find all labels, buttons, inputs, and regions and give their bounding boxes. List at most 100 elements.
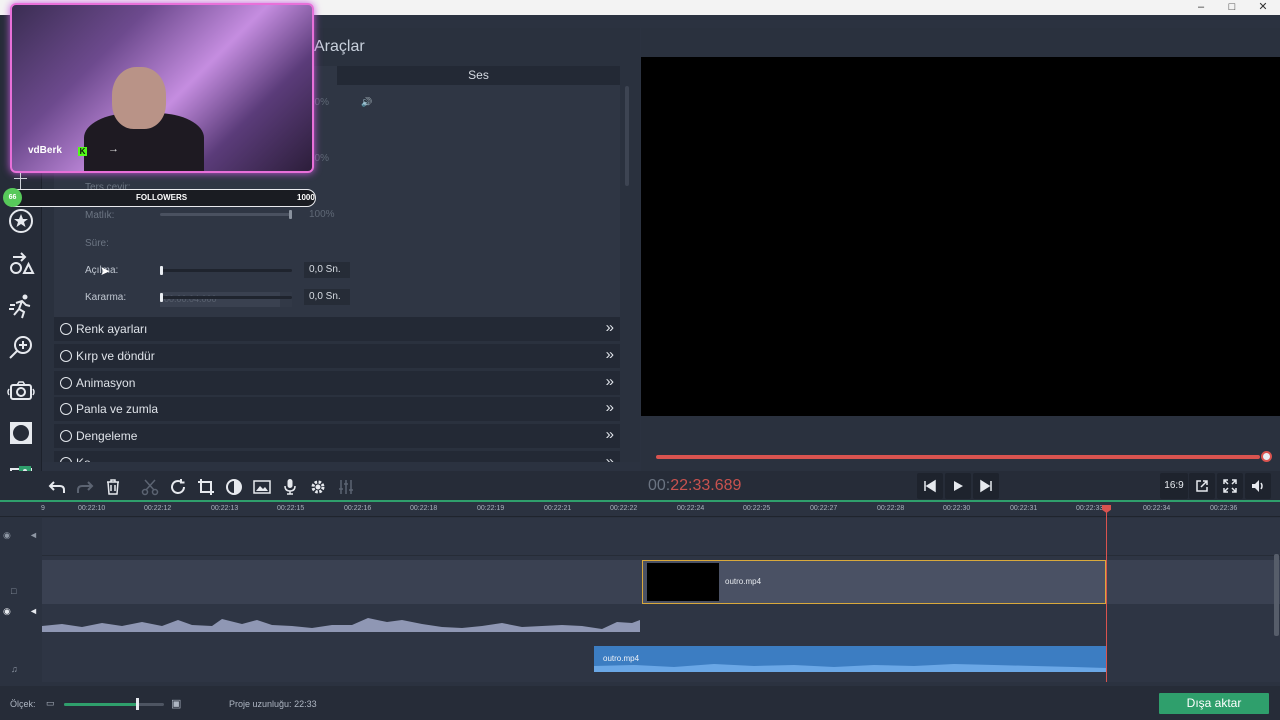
- microphone-icon[interactable]: [278, 475, 302, 499]
- double-chevron-icon: »: [605, 426, 614, 443]
- double-chevron-icon: »: [605, 319, 614, 336]
- volume-button[interactable]: [1245, 473, 1271, 499]
- skip-forward-icon: [980, 479, 992, 493]
- radio-icon: [60, 377, 72, 389]
- redo-icon[interactable]: [73, 475, 97, 499]
- timecode-prefix: 00:: [648, 477, 671, 494]
- fadeout-value[interactable]: 0,0 Sn.: [304, 289, 350, 305]
- rotate-icon[interactable]: [166, 475, 190, 499]
- aspect-ratio-button[interactable]: 16:9: [1160, 473, 1188, 499]
- section-animation[interactable]: Animasyon »: [54, 371, 620, 395]
- shapes-icon[interactable]: [3, 246, 39, 282]
- radio-icon: [60, 323, 72, 335]
- zoom-out-icon[interactable]: ▭: [46, 698, 55, 709]
- zoom-in-icon[interactable]: ▣: [171, 697, 181, 710]
- opacity-slider[interactable]: [160, 210, 292, 219]
- duration-label: Süre:: [85, 238, 109, 249]
- opacity-label: Matlık:: [85, 210, 115, 221]
- fadein-value[interactable]: 0,0 Sn.: [304, 262, 350, 278]
- section-stabilization[interactable]: Dengeleme »: [54, 424, 620, 448]
- speaker-icon[interactable]: ◄: [29, 530, 38, 540]
- section-pan-zoom[interactable]: Panla ve zumla »: [54, 397, 620, 421]
- close-button[interactable]: ✕: [1248, 0, 1278, 15]
- scale-slider-knob[interactable]: [136, 698, 139, 710]
- duration-input[interactable]: 00:00:04.000: [160, 292, 280, 307]
- kick-logo-icon: K: [78, 147, 87, 156]
- playhead[interactable]: [1106, 505, 1107, 682]
- ruler-tick: 00:22:15: [277, 505, 305, 512]
- section-crop-rotate[interactable]: Kırp ve döndür »: [54, 344, 620, 368]
- maximize-button[interactable]: □: [1217, 0, 1247, 15]
- timeline-scrollbar[interactable]: [1274, 554, 1279, 636]
- audio-clip-label: outro.mp4: [603, 654, 640, 663]
- fadeout-label: Kararma:: [85, 292, 127, 303]
- overlay-track[interactable]: [42, 518, 1280, 556]
- arrow-icon: →: [108, 143, 119, 155]
- main-toolbar: 00:22:33.689 16:9: [0, 471, 1280, 502]
- double-chevron-icon: »: [605, 373, 614, 390]
- video-clip-label: outro.mp4: [725, 577, 762, 586]
- video-preview[interactable]: [641, 57, 1280, 416]
- section-color-adjustments[interactable]: Renk ayarları »: [54, 317, 620, 341]
- speaker-icon: [1252, 480, 1263, 492]
- project-length-label: Proje uzunluğu:: [229, 699, 292, 709]
- panel-scrollbar[interactable]: [625, 86, 629, 186]
- audio-waveform: [42, 618, 640, 632]
- ruler-tick: 00:22:24: [677, 505, 705, 512]
- duration-stepper[interactable]: [280, 292, 292, 307]
- minimize-button[interactable]: –: [1186, 0, 1216, 15]
- play-button[interactable]: [945, 473, 971, 499]
- popout-button[interactable]: [1189, 473, 1215, 499]
- ruler-tick: 00:22:28: [877, 505, 905, 512]
- video-clip[interactable]: outro.mp4: [642, 560, 1106, 604]
- cut-icon[interactable]: [138, 475, 162, 499]
- status-bar: Ölçek: ▭ ▣ Proje uzunluğu: 22:33 Dışa ak…: [0, 686, 1280, 720]
- settings-icon[interactable]: [306, 475, 330, 499]
- section-partial[interactable]: Ko »: [54, 451, 620, 462]
- section-label: Renk ayarları: [76, 322, 148, 336]
- tab-audio[interactable]: Ses: [337, 66, 620, 85]
- speaker-icon[interactable]: 🔊: [361, 97, 372, 108]
- mouse-cursor-icon: ➤: [100, 264, 111, 278]
- eye-icon[interactable]: ◉: [3, 606, 11, 617]
- timecode-main: 22:33.689: [670, 477, 742, 494]
- project-length-value: 22:33: [294, 699, 317, 709]
- previous-frame-button[interactable]: [917, 473, 943, 499]
- preview-progress-knob[interactable]: [1261, 451, 1272, 462]
- equalizer-icon[interactable]: [334, 475, 358, 499]
- color-icon[interactable]: [222, 475, 246, 499]
- speaker-icon[interactable]: ◄: [29, 606, 38, 616]
- audio-clip[interactable]: outro.mp4: [594, 646, 1106, 672]
- fadein-slider[interactable]: [160, 266, 292, 275]
- motion-icon[interactable]: [3, 288, 39, 324]
- followers-label: FOLLOWERS: [136, 193, 188, 202]
- undo-icon[interactable]: [45, 475, 69, 499]
- fullscreen-icon: [1223, 479, 1237, 493]
- ruler-tick: 00:22:10: [78, 505, 106, 512]
- ruler-tick: 00:22:30: [943, 505, 971, 512]
- fullscreen-button[interactable]: [1217, 473, 1243, 499]
- vignette-icon[interactable]: [3, 415, 39, 451]
- stickers-icon[interactable]: [3, 203, 39, 239]
- crop-icon[interactable]: [194, 475, 218, 499]
- preview-progress-bar[interactable]: [656, 455, 1260, 459]
- ruler-tick: 00:22:19: [477, 505, 505, 512]
- webcam-person-face: [112, 67, 166, 129]
- radio-icon: [60, 457, 72, 462]
- eye-icon[interactable]: ◉: [3, 530, 11, 541]
- followers-goal: 1000: [297, 193, 315, 202]
- fadeout-slider[interactable]: [160, 293, 292, 302]
- export-button[interactable]: Dışa aktar: [1159, 693, 1269, 714]
- timeline-ruler[interactable]: 9 00:22:10 00:22:12 00:22:13 00:22:15 00…: [0, 503, 1280, 517]
- camera-icon[interactable]: [3, 373, 39, 409]
- scale-slider[interactable]: [64, 703, 164, 706]
- opacity-value[interactable]: 100%: [304, 207, 350, 223]
- ruler-tick: 00:22:12: [144, 505, 172, 512]
- next-frame-button[interactable]: [973, 473, 999, 499]
- ruler-tick: 00:22:16: [344, 505, 372, 512]
- project-length: Proje uzunluğu: 22:33: [229, 699, 317, 709]
- zoom-icon[interactable]: [3, 330, 39, 366]
- delete-icon[interactable]: [101, 475, 125, 499]
- image-icon[interactable]: [250, 475, 274, 499]
- scale-label: Ölçek:: [10, 699, 36, 709]
